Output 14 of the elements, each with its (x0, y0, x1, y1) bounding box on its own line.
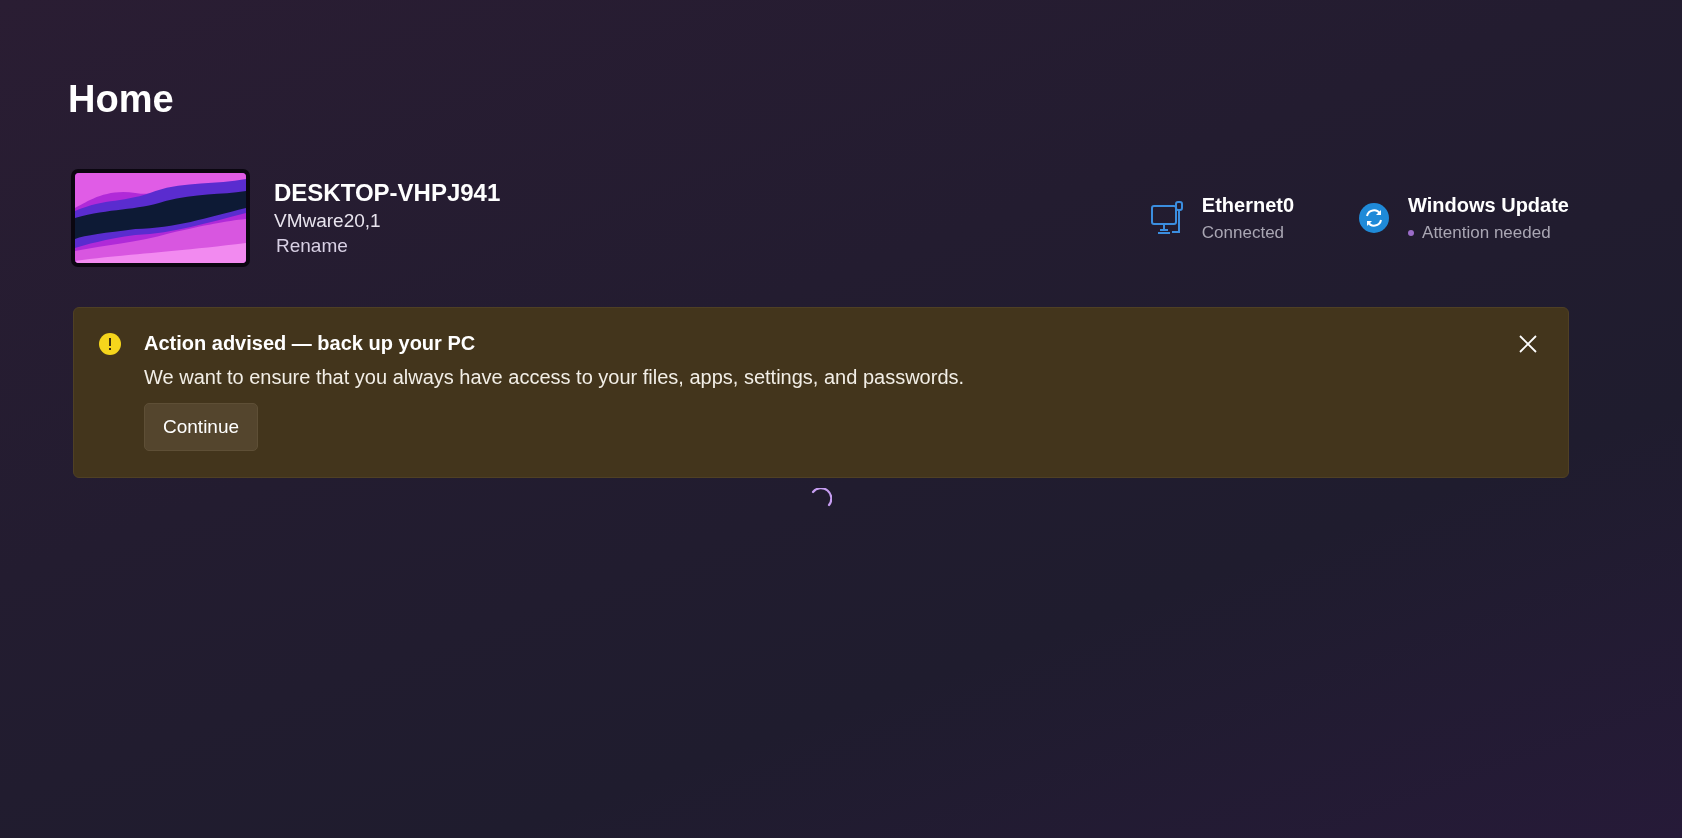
banner-title: Action advised — back up your PC (144, 332, 477, 355)
status-title[interactable]: Ethernet0 (1201, 193, 1295, 217)
page-title: Home (68, 78, 175, 121)
status-text: Connected (1201, 222, 1286, 243)
rename-link[interactable]: Rename (274, 235, 348, 257)
warning-icon (98, 332, 122, 356)
sync-icon (1358, 202, 1391, 234)
device-model: VMware20,1 (274, 210, 382, 232)
banner-message: We want to ensure that you always have access to your files, apps, settings, and passwords. (144, 366, 966, 389)
status-title[interactable]: Windows Update (1408, 193, 1569, 217)
device-name: DESKTOP-VHPJ941 (274, 179, 501, 207)
network-monitor-icon (1149, 200, 1184, 236)
continue-button[interactable]: Continue (144, 403, 259, 451)
status-text: Attention needed (1408, 222, 1569, 243)
